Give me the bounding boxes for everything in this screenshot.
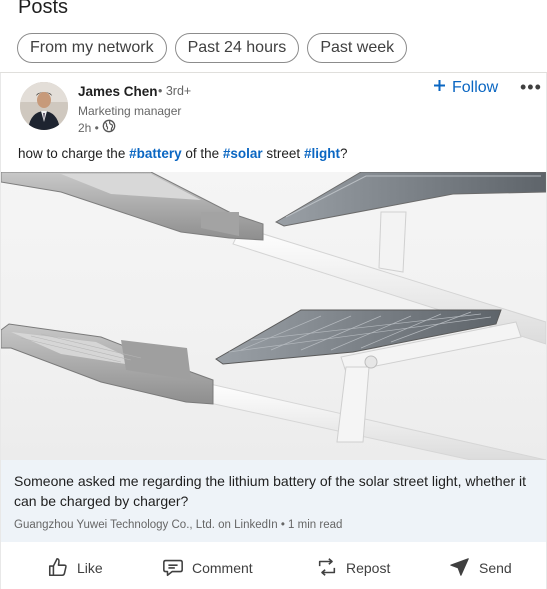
comment-button[interactable]: Comment (162, 548, 253, 588)
send-icon (449, 556, 471, 581)
more-options-button[interactable]: ••• (520, 77, 542, 98)
comment-label: Comment (192, 560, 253, 576)
post-time: 2h • (78, 120, 99, 135)
comment-icon (162, 556, 184, 581)
filter-bar: From my network Past 24 hours Past week (17, 33, 408, 63)
repost-icon (316, 556, 338, 581)
hashtag-solar[interactable]: #solar (223, 146, 263, 161)
link-title: Someone asked me regarding the lithium b… (14, 473, 527, 509)
page-title: Posts (18, 0, 69, 18)
post-text-part: street (262, 146, 304, 161)
avatar-image (20, 82, 68, 130)
send-label: Send (479, 560, 512, 576)
follow-label: Follow (452, 79, 499, 96)
post-text-part: ? (339, 146, 348, 161)
post-text: how to charge the #battery of the #solar… (18, 146, 347, 161)
post-text-part: how to charge the (18, 146, 130, 161)
repost-button[interactable]: Repost (316, 548, 390, 588)
repost-label: Repost (346, 560, 391, 576)
link-preview[interactable]: Someone asked me regarding the lithium b… (1, 460, 546, 542)
author-headline: Marketing manager (78, 104, 182, 118)
like-button[interactable]: Like (47, 548, 103, 588)
plus-icon (433, 79, 446, 97)
post-text-part: of the (181, 146, 223, 161)
connection-degree: • 3rd+ (158, 84, 192, 98)
divider (0, 72, 547, 73)
avatar[interactable] (20, 82, 68, 130)
post-timestamp: 2h • (78, 119, 116, 136)
like-icon (47, 556, 69, 581)
post-actions: Like Comment Repost Send (1, 548, 546, 588)
like-label: Like (77, 560, 103, 576)
filter-past-24-hours[interactable]: Past 24 hours (174, 33, 300, 63)
link-source: Guangzhou Yuwei Technology Co., Ltd. on … (14, 519, 343, 531)
globe-icon (102, 119, 116, 136)
hashtag-light[interactable]: #light (304, 146, 340, 161)
filter-past-week[interactable]: Past week (307, 33, 408, 63)
follow-button[interactable]: Follow (433, 79, 498, 97)
solar-street-light-illustration (1, 172, 546, 460)
author-name[interactable]: James Chen (78, 84, 158, 99)
hashtag-battery[interactable]: #battery (129, 146, 182, 161)
send-button[interactable]: Send (449, 548, 512, 588)
article-image[interactable] (1, 172, 546, 460)
filter-from-my-network[interactable]: From my network (17, 33, 167, 63)
